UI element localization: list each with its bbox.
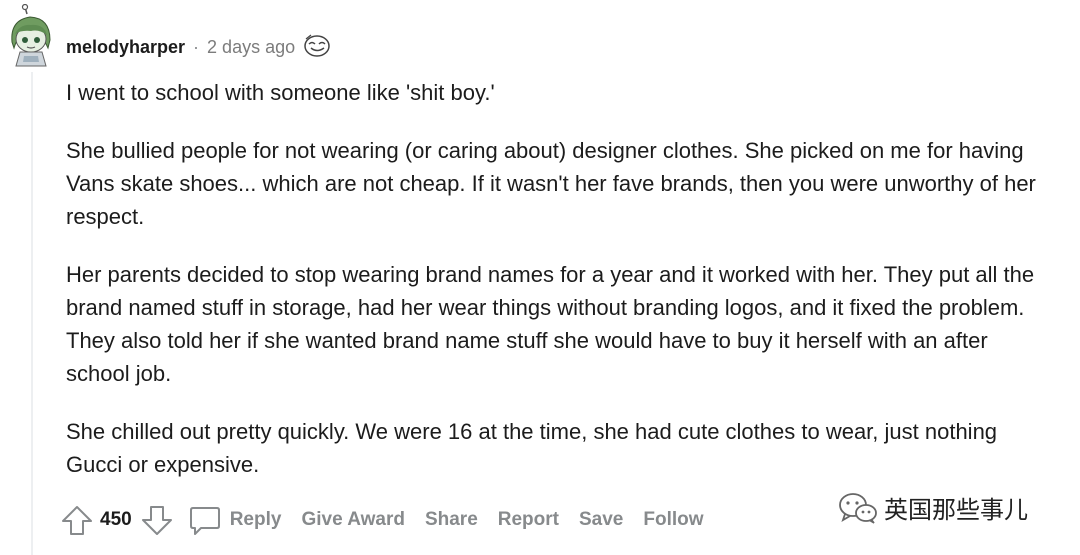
timestamp[interactable]: 2 days ago (207, 37, 295, 58)
user-avatar[interactable] (6, 3, 56, 68)
report-button[interactable]: Report (498, 509, 559, 531)
comment-paragraph: She chilled out pretty quickly. We were … (66, 419, 998, 477)
comment-paragraph: I went to school with someone like 'shit… (66, 80, 495, 105)
downvote-arrow-icon[interactable] (140, 503, 174, 537)
award-icon[interactable] (303, 33, 331, 62)
follow-button[interactable]: Follow (643, 509, 703, 531)
watermark-text: 英国那些事儿 (884, 497, 1028, 524)
save-button[interactable]: Save (579, 509, 623, 531)
thread-line[interactable] (31, 72, 33, 555)
snoo-avatar-icon (11, 3, 51, 67)
username-link[interactable]: melodyharper (66, 37, 185, 58)
separator-dot: · (193, 36, 200, 57)
vote-score: 450 (100, 509, 132, 530)
comment-paragraph: Her parents decided to stop wearing bran… (66, 262, 1035, 386)
comment-body: I went to school with someone like 'shit… (66, 76, 1056, 506)
reply-button[interactable]: Reply (188, 503, 282, 537)
wechat-logo-icon (839, 492, 877, 524)
comment-bubble-icon (189, 507, 220, 535)
comment-header: melodyharper · 2 days ago (66, 34, 331, 60)
comment-paragraph: She bullied people for not wearing (or c… (66, 138, 1036, 229)
upvote-arrow-icon[interactable] (60, 503, 94, 537)
reply-label: Reply (229, 509, 282, 530)
watermark: 英国那些事儿 (838, 490, 1028, 525)
give-award-button[interactable]: Give Award (301, 509, 405, 531)
comment-actions: 450 Reply Give Award Share Report Save F… (60, 502, 724, 538)
share-button[interactable]: Share (425, 509, 478, 531)
